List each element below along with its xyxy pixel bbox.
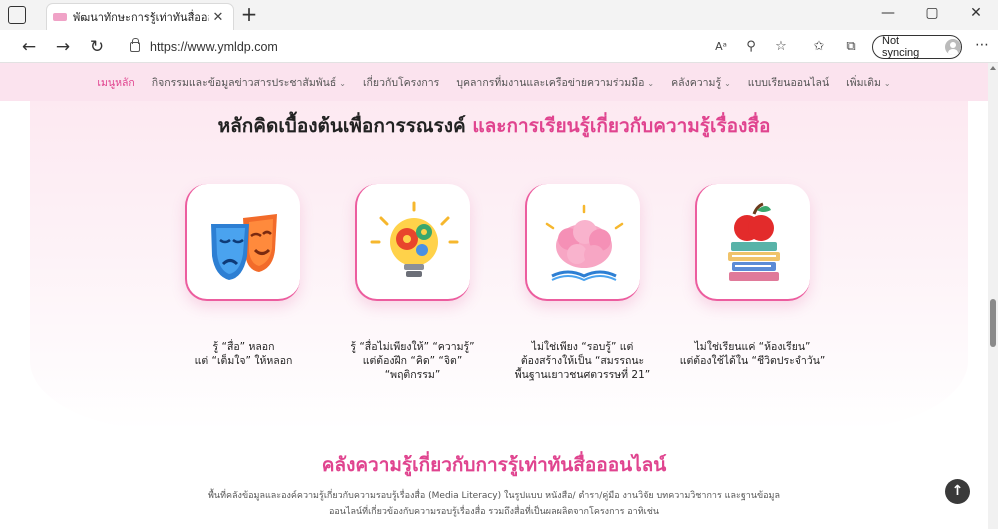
principle-3-line-2: ต้องสร้างให้เป็น “สมรรถนะ — [520, 355, 645, 367]
new-tab-button[interactable]: + — [238, 4, 260, 26]
apple-books-icon — [728, 202, 780, 281]
back-to-top-button[interactable]: ↑ — [945, 479, 970, 504]
page-viewport: เมนูหลัก กิจกรรมและข้อมูลข่าวสารประชาสัม… — [0, 63, 988, 529]
principle-3-line-1: ไม่ใช่เพียง “รอบรู้” แต่ — [531, 341, 634, 353]
address-bar: ← → ↻ https://www.ymldp.com Aᵃ ⚲ ☆ ✩ ⧉ N… — [0, 30, 998, 63]
profile-avatar — [945, 39, 961, 55]
nav-item-more[interactable]: เพิ่มเติม ⌄ — [846, 74, 890, 91]
principle-text-4: ไม่ใช่เรียนแค่ “ห้องเรียน” แต่ต้องใช้ได้… — [665, 340, 840, 368]
principle-card-brain — [525, 184, 640, 301]
brain-book-icon — [545, 204, 624, 282]
url-field[interactable]: https://www.ymldp.com — [120, 35, 690, 59]
read-aloud-icon[interactable]: Aᵃ — [712, 38, 730, 56]
principles-title-main: หลักคิดเบื้องต้นเพื่อการรณรงค์ — [217, 115, 466, 137]
window-menu-icon[interactable] — [8, 6, 26, 24]
principle-1-line-1: รู้ “สื่อ” หลอก — [212, 341, 275, 353]
nav-item-activities[interactable]: กิจกรรมและข้อมูลข่าวสารประชาสัมพันธ์ ⌄ — [152, 74, 346, 91]
collections-icon[interactable]: ⧉ — [842, 38, 860, 56]
page-scrollbar[interactable] — [988, 63, 998, 529]
restore-icon[interactable]: ▢ — [912, 5, 952, 25]
nav-item-network[interactable]: บุคลากรที่มงานและเครือข่ายความร่วมมือ ⌄ — [456, 74, 654, 91]
site-favicon-icon — [53, 13, 67, 21]
sync-status-button[interactable]: Not syncing — [872, 35, 962, 59]
browser-tab[interactable]: พัฒนาทักษะการรู้เท่าทันสื่อออนไลน์ ใน ✕ — [46, 3, 234, 30]
chevron-down-icon: ⌄ — [724, 78, 731, 88]
nav-item-knowledge[interactable]: คลังความรู้ ⌄ — [671, 74, 731, 91]
favorite-add-icon[interactable]: ☆ — [772, 38, 790, 56]
zoom-icon[interactable]: ⚲ — [742, 38, 760, 56]
more-icon[interactable]: ⋯ — [972, 37, 992, 57]
lock-icon — [130, 38, 140, 52]
principles-title: หลักคิดเบื้องต้นเพื่อการรณรงค์ และการเรี… — [0, 111, 988, 141]
refresh-icon[interactable]: ↻ — [86, 36, 108, 58]
favorites-icon[interactable]: ✩ — [810, 38, 828, 56]
principle-text-2: รู้ “สื่อไม่เพียงให้” “ความรู้” แต่ต้องฝ… — [325, 340, 500, 382]
nav-item-about[interactable]: เกี่ยวกับโครงการ — [363, 74, 439, 91]
principle-text-1: รู้ “สื่อ” หลอก แต่ “เต็มใจ” ให้หลอก — [156, 340, 331, 368]
library-description: พื้นที่คลังข้อมูลและองค์ความรู้เกี่ยวกับ… — [160, 488, 828, 520]
library-title: คลังความรู้เกี่ยวกับการรู้เท่าทันสื่อออน… — [321, 454, 667, 476]
chevron-down-icon: ⌄ — [339, 78, 346, 88]
chevron-down-icon: ⌄ — [883, 78, 891, 88]
principle-2-line-1: รู้ “สื่อไม่เพียงให้” “ความรู้” — [350, 341, 475, 353]
principle-card-lightbulb — [355, 184, 470, 301]
site-navigation: เมนูหลัก กิจกรรมและข้อมูลข่าวสารประชาสัม… — [0, 63, 988, 101]
url-text: https://www.ymldp.com — [150, 40, 278, 54]
principle-2-line-3: “พฤติกรรม” — [384, 369, 441, 381]
tab-title: พัฒนาทักษะการรู้เท่าทันสื่อออนไลน์ ใน — [73, 11, 209, 24]
library-description-line-1: พื้นที่คลังข้อมูลและองค์ความรู้เกี่ยวกับ… — [208, 491, 780, 501]
principle-4-line-2: แต่ต้องใช้ได้ใน “ชีวิตประจำวัน” — [679, 355, 826, 367]
sync-label: Not syncing — [882, 35, 920, 59]
browser-titlebar: พัฒนาทักษะการรู้เท่าทันสื่อออนไลน์ ใน ✕ … — [0, 0, 998, 30]
back-icon[interactable]: ← — [18, 36, 40, 58]
principle-card-apple — [695, 184, 810, 301]
principle-text-3: ไม่ใช่เพียง “รอบรู้” แต่ ต้องสร้างให้เป็… — [495, 340, 670, 382]
principle-2-line-2: แต่ต้องฝึก “คิด” “จิต” — [362, 355, 463, 367]
close-tab-icon[interactable]: ✕ — [209, 10, 227, 25]
principle-4-line-1: ไม่ใช่เรียนแค่ “ห้องเรียน” — [694, 341, 811, 353]
forward-icon[interactable]: → — [52, 36, 74, 58]
principle-3-line-3: พื้นฐานเยาวชนศตวรรษที่ 21” — [514, 369, 651, 381]
nav-item-online-lessons[interactable]: แบบเรียนออนไลน์ — [748, 74, 829, 91]
principle-1-line-2: แต่ “เต็มใจ” ให้หลอก — [194, 355, 293, 367]
principle-card-masks — [185, 184, 300, 301]
lightbulb-gears-icon — [370, 201, 459, 277]
scroll-up-arrow-icon[interactable] — [990, 66, 996, 70]
library-description-line-2: ออนไลน์ที่เกี่ยวข้องกับความรอบรู้เรื่องส… — [328, 507, 660, 517]
principles-title-accent: และการเรียนรู้เกี่ยวกับความรู้เรื่องสื่อ — [472, 115, 771, 137]
scrollbar-thumb[interactable] — [990, 299, 996, 347]
nav-item-home[interactable]: เมนูหลัก — [97, 74, 134, 91]
theater-masks-icon — [211, 214, 277, 280]
chevron-down-icon: ⌄ — [647, 78, 655, 88]
minimize-icon[interactable]: — — [868, 5, 908, 25]
close-window-icon[interactable]: ✕ — [956, 5, 996, 25]
